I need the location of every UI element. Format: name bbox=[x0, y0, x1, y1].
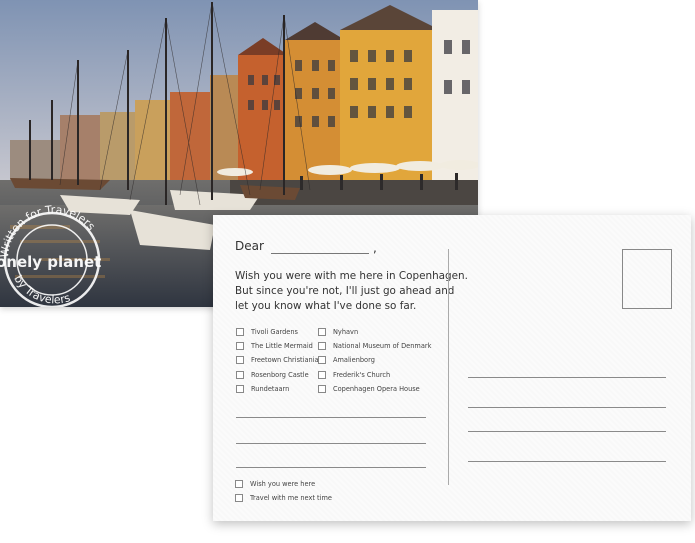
checklist-item-nyhavn[interactable]: Nyhavn bbox=[318, 328, 358, 336]
stamp-box bbox=[622, 249, 672, 309]
lonely-planet-stamp-icon: Written for Travelers by Travelers onely… bbox=[0, 203, 101, 307]
checkbox[interactable] bbox=[318, 342, 326, 350]
checklist-label: Frederik's Church bbox=[333, 371, 391, 379]
checkbox[interactable] bbox=[236, 342, 244, 350]
checklist-item-amalienborg[interactable]: Amalienborg bbox=[318, 356, 375, 364]
svg-text:onely planet: onely planet bbox=[0, 253, 101, 271]
center-divider bbox=[448, 249, 449, 485]
svg-text:by Travelers: by Travelers bbox=[11, 273, 72, 307]
checkbox[interactable] bbox=[236, 385, 244, 393]
address-line[interactable] bbox=[468, 377, 666, 378]
message-line: Wish you were with me here in Copenhagen… bbox=[235, 270, 468, 282]
checklist-label: Tivoli Gardens bbox=[251, 328, 298, 336]
checklist-label: Nyhavn bbox=[333, 328, 359, 336]
writing-line[interactable] bbox=[236, 467, 426, 468]
checkbox[interactable] bbox=[318, 328, 326, 336]
checklist-label: The Little Mermaid bbox=[251, 342, 313, 350]
checkbox[interactable] bbox=[235, 480, 243, 488]
address-line[interactable] bbox=[468, 431, 666, 432]
closing-label: Wish you were here bbox=[250, 480, 316, 488]
checkbox[interactable] bbox=[318, 356, 326, 364]
checkbox[interactable] bbox=[236, 328, 244, 336]
message-line: let you know what I've done so far. bbox=[235, 300, 417, 312]
address-line[interactable] bbox=[468, 461, 666, 462]
checklist-label: Rosenborg Castle bbox=[251, 371, 309, 379]
checklist-item-rosenborg[interactable]: Rosenborg Castle bbox=[236, 371, 309, 379]
checklist-item-little-mermaid[interactable]: The Little Mermaid bbox=[236, 342, 313, 350]
postcard-back: Dear , Wish you were with me here in Cop… bbox=[213, 215, 691, 521]
checklist-item-national-museum[interactable]: National Museum of Denmark bbox=[318, 342, 431, 350]
message-line: But since you're not, I'll just go ahead… bbox=[235, 285, 455, 297]
checkbox[interactable] bbox=[235, 494, 243, 502]
message: Wish you were with me here in Copenhagen… bbox=[235, 269, 468, 314]
closing-option-travel[interactable]: Travel with me next time bbox=[235, 494, 332, 502]
checkbox[interactable] bbox=[236, 356, 244, 364]
checklist-label: Copenhagen Opera House bbox=[333, 385, 420, 393]
closing-option-wish[interactable]: Wish you were here bbox=[235, 480, 315, 488]
checklist-item-frederiks-church[interactable]: Frederik's Church bbox=[318, 371, 390, 379]
svg-text:Written for Travelers: Written for Travelers bbox=[0, 203, 98, 258]
checklist-item-opera-house[interactable]: Copenhagen Opera House bbox=[318, 385, 420, 393]
checklist-label: National Museum of Denmark bbox=[333, 342, 432, 350]
checkbox[interactable] bbox=[318, 371, 326, 379]
greeting-comma: , bbox=[373, 241, 377, 255]
address-line[interactable] bbox=[468, 407, 666, 408]
greeting: Dear bbox=[235, 239, 264, 253]
checklist-label: Amalienborg bbox=[333, 356, 375, 364]
checklist-label: Freetown Christiania bbox=[251, 356, 319, 364]
checklist-item-christiania[interactable]: Freetown Christiania bbox=[236, 356, 319, 364]
closing-label: Travel with me next time bbox=[250, 494, 332, 502]
checklist-label: Rundetaarn bbox=[251, 385, 290, 393]
checklist-item-tivoli[interactable]: Tivoli Gardens bbox=[236, 328, 298, 336]
writing-line[interactable] bbox=[236, 417, 426, 418]
checklist-item-rundetaarn[interactable]: Rundetaarn bbox=[236, 385, 289, 393]
checkbox[interactable] bbox=[318, 385, 326, 393]
writing-line[interactable] bbox=[236, 443, 426, 444]
checkbox[interactable] bbox=[236, 371, 244, 379]
recipient-line[interactable] bbox=[271, 253, 369, 254]
